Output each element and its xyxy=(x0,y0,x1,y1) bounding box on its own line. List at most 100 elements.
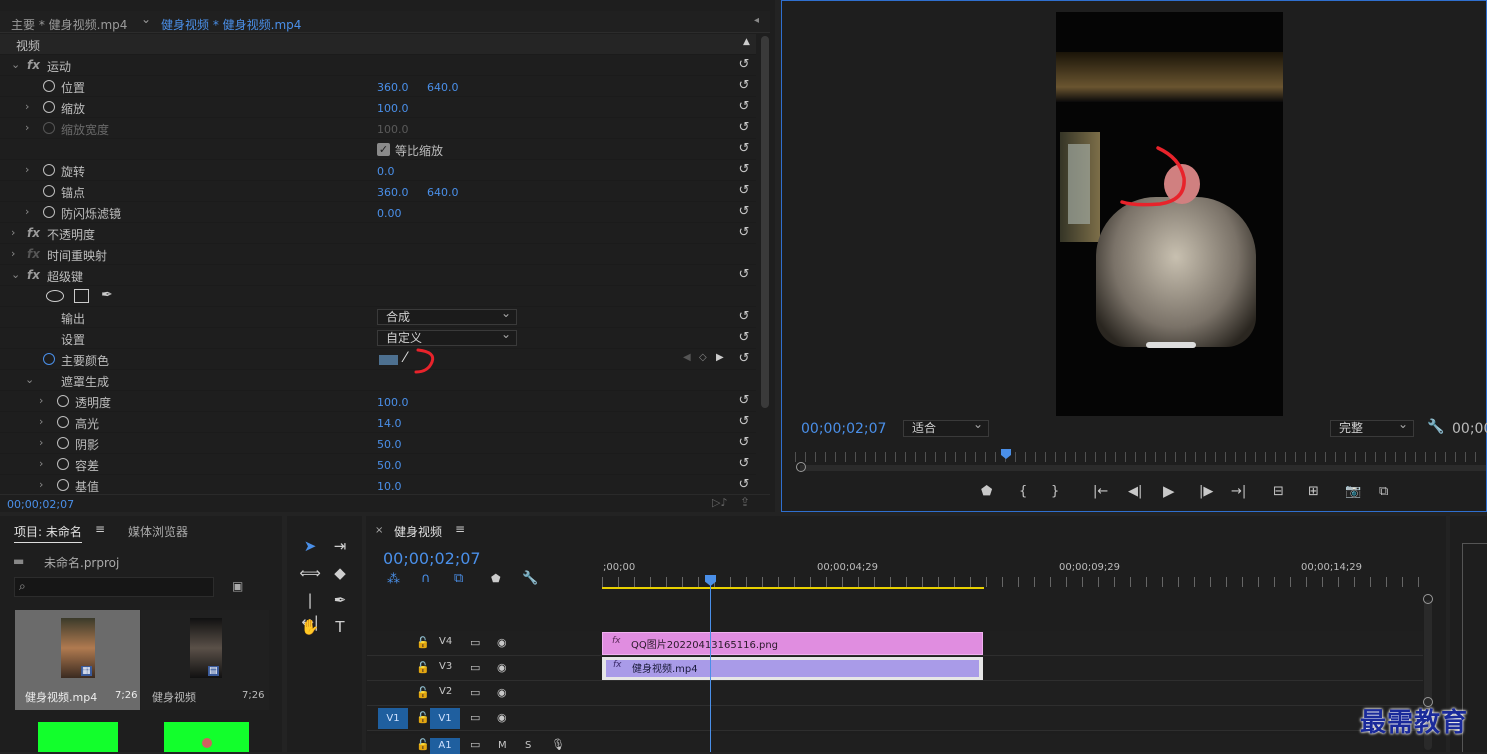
stopwatch-icon[interactable] xyxy=(43,101,55,113)
transparency-value[interactable]: 100.0 xyxy=(377,396,409,409)
next-keyframe-icon[interactable]: ▶ xyxy=(716,352,724,363)
expand-icon[interactable]: › xyxy=(39,415,43,428)
tab-clip[interactable]: 健身视频 * 健身视频.mp4 xyxy=(161,16,301,33)
stopwatch-icon[interactable] xyxy=(43,185,55,197)
project-menu-icon[interactable]: ≡ xyxy=(95,522,105,536)
snap-icon[interactable]: ∩ xyxy=(421,571,431,586)
position-x-value[interactable]: 360.0 xyxy=(377,81,409,94)
row-motion[interactable]: ⌄ fx 运动 ↺ xyxy=(0,55,756,76)
eye-icon[interactable]: ◉ xyxy=(497,711,507,724)
ripple-edit-tool-icon[interactable]: ⟺ xyxy=(299,562,321,584)
razor-tool-icon[interactable]: ◆ xyxy=(329,562,351,584)
scroll-handle-top[interactable] xyxy=(1423,594,1433,604)
eyedropper-icon[interactable]: ⁄ xyxy=(404,350,406,366)
lock-icon[interactable]: 🔓 xyxy=(416,711,430,724)
tab-project[interactable]: 项目: 未命名 xyxy=(14,523,82,543)
timeline-close-icon[interactable]: × xyxy=(375,525,383,536)
track-target-v1[interactable]: V1 xyxy=(430,708,460,729)
hand-tool-icon[interactable]: ✋ xyxy=(299,616,321,638)
uniform-scale-checkbox[interactable]: ✓ xyxy=(377,143,390,156)
mark-in-icon[interactable]: { xyxy=(1019,484,1027,499)
reset-icon[interactable]: ↺ xyxy=(736,78,752,94)
timeline-settings-icon[interactable]: 🔧 xyxy=(522,571,538,586)
program-timecode[interactable]: 00;00;02;07 xyxy=(801,421,886,437)
expand-icon[interactable]: › xyxy=(25,121,29,134)
stopwatch-icon[interactable] xyxy=(43,164,55,176)
reset-icon[interactable]: ↺ xyxy=(736,414,752,430)
reset-icon[interactable]: ↺ xyxy=(736,267,752,283)
mark-out-icon[interactable]: } xyxy=(1051,484,1059,499)
clip-png[interactable]: fx QQ图片20220413165116.png xyxy=(602,632,983,655)
lift-icon[interactable]: ⊟ xyxy=(1273,484,1284,499)
fx-icon[interactable]: fx xyxy=(27,226,40,240)
work-area-bar[interactable] xyxy=(602,587,984,589)
lock-icon[interactable]: 🔓 xyxy=(416,636,430,649)
panel-collapse-icon[interactable]: ◂ xyxy=(754,15,759,26)
pedestal-value[interactable]: 10.0 xyxy=(377,480,402,493)
reset-icon[interactable]: ↺ xyxy=(736,141,752,157)
reset-icon[interactable]: ↺ xyxy=(736,99,752,115)
track-select-tool-icon[interactable]: ⇥ xyxy=(329,535,351,557)
stopwatch-icon[interactable] xyxy=(43,206,55,218)
position-y-value[interactable]: 640.0 xyxy=(427,81,459,94)
mic-icon[interactable]: 🎙 xyxy=(551,738,565,751)
reset-icon[interactable]: ↺ xyxy=(736,204,752,220)
collapse-up-icon[interactable]: ▲ xyxy=(743,37,750,47)
expand-icon[interactable]: ⌄ xyxy=(11,268,20,281)
fx-icon[interactable]: fx xyxy=(27,268,40,282)
zoom-bar[interactable] xyxy=(800,465,1486,471)
lock-icon[interactable]: 🔓 xyxy=(416,661,430,674)
mute-button[interactable]: M xyxy=(498,740,507,751)
anchor-y-value[interactable]: 640.0 xyxy=(427,186,459,199)
highlight-value[interactable]: 14.0 xyxy=(377,417,402,430)
camera-icon[interactable]: 📷 xyxy=(1345,484,1361,499)
pen-tool-icon[interactable]: ✒ xyxy=(329,589,351,611)
add-keyframe-icon[interactable]: ◇ xyxy=(699,352,707,363)
slip-tool-icon[interactable]: |↔| xyxy=(299,589,321,631)
solo-button[interactable]: S xyxy=(525,740,531,751)
stopwatch-icon[interactable] xyxy=(57,479,69,491)
expand-icon[interactable]: › xyxy=(11,247,15,260)
add-marker-icon[interactable]: ⬟ xyxy=(491,572,501,585)
reset-icon[interactable]: ↺ xyxy=(736,435,752,451)
eye-icon[interactable]: ◉ xyxy=(497,661,507,674)
fit-select[interactable]: 适合 xyxy=(903,417,989,437)
film-icon[interactable]: ▭ xyxy=(470,686,480,699)
compare-icon[interactable]: ⧉ xyxy=(1379,484,1388,499)
film-icon[interactable]: ▭ xyxy=(470,636,480,649)
type-tool-icon[interactable]: T xyxy=(329,616,351,638)
stopwatch-icon[interactable] xyxy=(57,416,69,428)
project-item-thumb[interactable]: ▦ 健身视频.mp4 7;26 xyxy=(15,610,140,710)
resolution-select[interactable]: 完整 xyxy=(1330,417,1414,437)
expand-icon[interactable]: ⌄ xyxy=(11,58,20,71)
add-marker-icon[interactable]: ⬟ xyxy=(981,484,992,499)
expand-icon[interactable]: › xyxy=(39,436,43,449)
stopwatch-icon[interactable] xyxy=(57,437,69,449)
timeline-ruler[interactable] xyxy=(602,577,1422,587)
wrench-icon[interactable]: 🔧 xyxy=(1427,419,1444,435)
reset-icon[interactable]: ↺ xyxy=(736,330,752,346)
reset-icon[interactable]: ↺ xyxy=(736,477,752,493)
film-icon[interactable]: ▭ xyxy=(470,661,480,674)
expand-icon[interactable]: › xyxy=(39,457,43,470)
reset-icon[interactable]: ↺ xyxy=(736,225,752,241)
key-color-swatch[interactable] xyxy=(379,355,398,365)
step-back-icon[interactable]: ◀| xyxy=(1128,484,1142,499)
expand-icon[interactable]: › xyxy=(39,394,43,407)
play-icon[interactable]: ▶ xyxy=(1163,482,1175,500)
program-ruler[interactable] xyxy=(795,452,1485,462)
project-item-sequence[interactable]: ▤ 健身视频 7;26 xyxy=(141,610,269,710)
film-icon[interactable]: ▭ xyxy=(470,711,480,724)
stopwatch-icon[interactable] xyxy=(43,80,55,92)
ellipse-mask-icon[interactable] xyxy=(46,290,64,302)
source-patch-v1[interactable]: V1 xyxy=(378,708,408,729)
expand-icon[interactable]: ⌄ xyxy=(25,373,34,386)
search-input[interactable] xyxy=(14,577,214,597)
stopwatch-icon[interactable] xyxy=(43,353,55,365)
reset-icon[interactable]: ↺ xyxy=(736,120,752,136)
expand-icon[interactable]: › xyxy=(25,205,29,218)
shadow-value[interactable]: 50.0 xyxy=(377,438,402,451)
row-matte-generation[interactable]: ⌄ 遮罩生成 xyxy=(0,370,756,391)
nest-icon[interactable]: ⁂ xyxy=(387,572,400,587)
tolerance-value[interactable]: 50.0 xyxy=(377,459,402,472)
